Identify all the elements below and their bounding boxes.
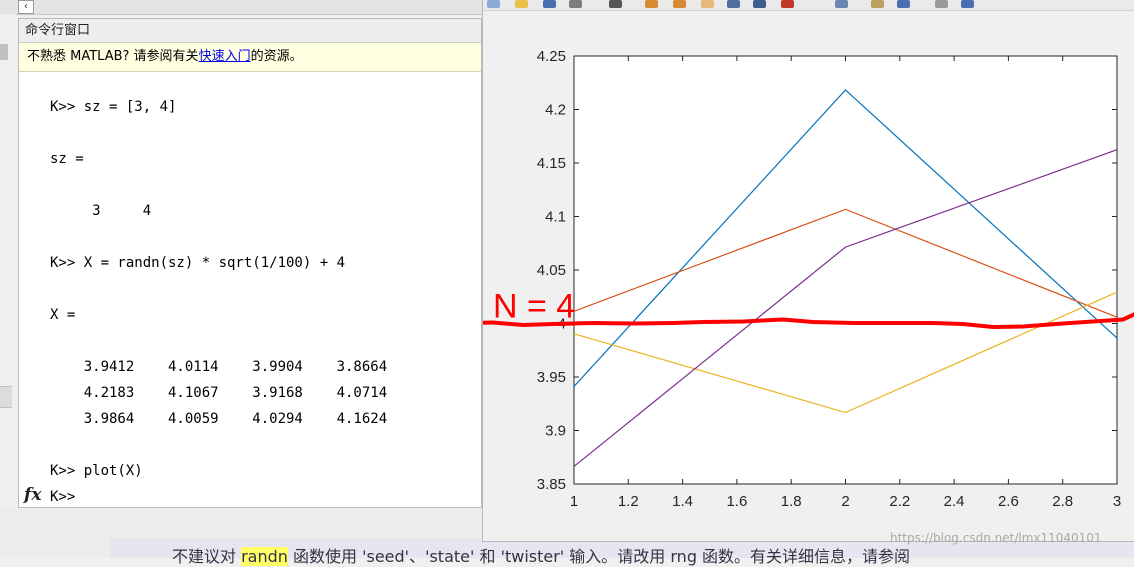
annotation-label: N = 4 — [493, 288, 575, 326]
y-tick-label: 4.2 — [545, 102, 566, 119]
x-tick-label: 1.2 — [618, 493, 639, 510]
plot-axes-box — [573, 55, 1118, 485]
x-tick-label: 1.6 — [726, 493, 747, 510]
command-line: K>> plot(X) — [50, 463, 143, 479]
left-gutter — [0, 14, 16, 514]
x-tick-label: 2.8 — [1052, 493, 1073, 510]
x-tick-label: 2.6 — [998, 493, 1019, 510]
x-tick-label: 2.2 — [889, 493, 910, 510]
getting-started-link[interactable]: 快速入门 — [199, 49, 251, 64]
figure-window: 1 1.2 1.4 1.6 1.8 2 2.2 2.4 2.6 2.8 3 3.85 3.9 3.95 4 4… — [482, 0, 1134, 542]
scroll-left-icon[interactable]: ‹ — [18, 0, 34, 14]
watermark: https://blog.csdn.net/lmx11040101 — [890, 531, 1102, 545]
y-tick-label: 4.25 — [537, 48, 566, 65]
command-window-title: 命令行窗口 — [19, 19, 481, 43]
function-browser-icon[interactable]: fx — [24, 485, 41, 505]
output-line: sz = — [50, 151, 84, 167]
x-tick-label: 1 — [570, 493, 578, 510]
command-window: 命令行窗口 不熟悉 MATLAB? 请参阅有关快速入门的资源。 K>> sz =… — [18, 18, 482, 508]
y-tick-label: 3.95 — [537, 369, 566, 386]
matrix-row: 3.9412 4.0114 3.9904 3.8664 — [50, 359, 388, 375]
x-tick-label: 1.4 — [672, 493, 693, 510]
x-tick-label: 3 — [1113, 493, 1121, 510]
command-output[interactable]: K>> sz = [3, 4] sz = 3 4 K>> X = randn(s… — [19, 71, 481, 507]
command-prompt[interactable]: K>> — [50, 489, 75, 505]
getting-started-notice: 不熟悉 MATLAB? 请参阅有关快速入门的资源。 — [19, 43, 481, 72]
gutter-marker — [0, 44, 8, 60]
y-tick-label: 4.1 — [545, 209, 566, 226]
matrix-row: 3.9864 4.0059 4.0294 4.1624 — [50, 411, 388, 427]
output-line: 3 4 — [50, 203, 152, 219]
command-line: K>> sz = [3, 4] — [50, 99, 177, 115]
x-tick-label: 2 — [841, 493, 849, 510]
footer-highlight: randn — [241, 547, 288, 566]
y-tick-label: 3.9 — [545, 423, 566, 440]
y-tick-label: 4.15 — [537, 155, 566, 172]
notice-prefix: 不熟悉 MATLAB? 请参阅有关 — [27, 49, 199, 64]
y-tick-label: 4.05 — [537, 262, 566, 279]
matrix-row: 4.2183 4.1067 3.9168 4.0714 — [50, 385, 388, 401]
y-tick-label: 3.85 — [537, 476, 566, 493]
notice-suffix: 的资源。 — [250, 49, 303, 64]
output-line: X = — [50, 307, 76, 323]
footer-text: 不建议对 randn 函数使用 'seed'、'state' 和 'twiste… — [172, 543, 910, 567]
command-line: K>> X = randn(sz) * sqrt(1/100) + 4 — [50, 255, 346, 271]
gutter-splitter[interactable] — [0, 386, 12, 408]
top-strip: ‹ — [0, 0, 482, 15]
footer-suffix: 函数使用 'seed'、'state' 和 'twister' 输入。请改用 r… — [287, 547, 911, 566]
line-plot[interactable]: 1 1.2 1.4 1.6 1.8 2 2.2 2.4 2.6 2.8 33.853.93.9544… — [483, 0, 1134, 542]
footer-prefix: 不建议对 — [172, 547, 242, 566]
x-tick-label: 2.4 — [944, 493, 965, 510]
x-tick-label: 1.8 — [781, 493, 802, 510]
